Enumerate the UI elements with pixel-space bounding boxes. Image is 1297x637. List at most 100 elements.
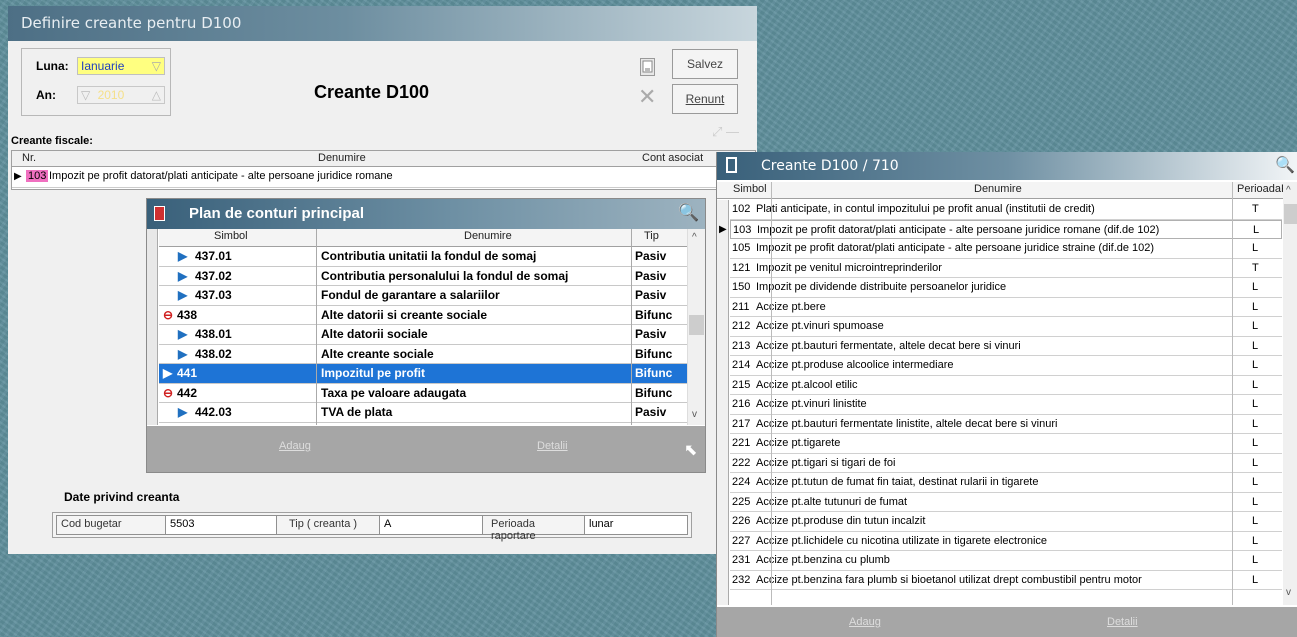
add-button[interactable]: Adaug [279, 440, 311, 452]
cell-simbol: 103 [733, 223, 752, 236]
table-row[interactable]: 222 Accize pt.tigari si tigari de foi L [730, 454, 1282, 473]
row-selector-column [147, 229, 158, 425]
luna-select[interactable]: Ianuarie ▽ [77, 57, 165, 75]
table-row[interactable]: 213 Accize pt.bauturi fermentate, altele … [730, 337, 1282, 356]
column-divider [631, 229, 632, 425]
an-spinner[interactable]: ▽ 2010 △ [77, 86, 165, 104]
cell-simbol: 222 [732, 456, 751, 469]
cell-simbol: 437.01 [195, 249, 232, 263]
table-row[interactable]: 212 Accize pt.vinuri spumoase L [730, 317, 1282, 337]
cell-simbol: 442.03 [195, 405, 232, 419]
cell-denumire: Accize pt.vinuri spumoase [756, 320, 884, 332]
cell-denumire: Contributia personalului la fondul de so… [321, 268, 569, 283]
cell-perioada: T [1252, 261, 1259, 274]
collapse-icon[interactable]: ⊖ [163, 386, 173, 400]
chevron-up-icon[interactable]: ^ [692, 232, 697, 243]
details-button[interactable]: Detalii [537, 440, 568, 452]
table-row[interactable]: 232 Accize pt.benzina fara plumb si bioet… [730, 571, 1282, 590]
table-row[interactable]: 226 Accize pt.produse din tutun incalzit L [730, 512, 1282, 532]
table-row-selected[interactable]: 103 Impozit pe profit datorat/plati antic… [730, 219, 1282, 239]
add-button[interactable]: Adaug [849, 616, 881, 628]
collapse-icon[interactable]: ⊖ [163, 308, 173, 322]
table-row[interactable]: 231 Accize pt.benzina cu plumb L [730, 551, 1282, 571]
scrollbar-thumb[interactable] [689, 315, 704, 335]
table-row[interactable]: ▶ 103 Impozit pe profit datorat/plati an… [12, 168, 755, 188]
cell-perioada: L [1252, 300, 1259, 313]
cell-simbol: 213 [732, 339, 751, 352]
date-creanta-box: Cod bugetar 5503 Tip ( creanta ) A Perio… [52, 512, 692, 542]
cell-perioada: L [1252, 378, 1259, 391]
scrollbar-thumb[interactable] [1284, 204, 1297, 224]
table-row[interactable]: ▶ 437.01 Contributia unitatii la fondul de… [159, 247, 687, 267]
cell-denumire: Impozit pe profit datorat/plati anticipa… [756, 242, 1155, 254]
cell-simbol: 215 [732, 378, 751, 391]
cell-perioada: L [1252, 515, 1259, 527]
cancel-button[interactable]: Renunt [672, 84, 738, 114]
plan-footer: Adaug Detalii ⬉ [147, 426, 705, 472]
cell-denumire: TVA de plata [321, 405, 393, 419]
table-row[interactable]: ▶ 437.02 Contributia personalului la fondu… [159, 267, 687, 286]
search-icon[interactable]: 🔍 [1275, 155, 1295, 175]
scrollbar[interactable]: ^ v [687, 229, 705, 425]
row-pointer-icon: ▶ [719, 224, 727, 235]
tip-field[interactable]: A [379, 515, 483, 535]
plan-title: Plan de conturi principal [189, 205, 365, 222]
table-row[interactable]: 227 Accize pt.lichidele cu nicotina utili… [730, 532, 1282, 551]
table-row[interactable]: 105 Impozit pe profit datorat/plati antic… [730, 239, 1282, 259]
an-value: 2010 [97, 88, 125, 102]
cell-perioada: L [1252, 339, 1259, 352]
save-button[interactable]: Salvez [672, 49, 738, 79]
table-row[interactable]: 211 Accize pt.bere L [730, 298, 1282, 317]
table-row[interactable]: 214 Accize pt.produse alcoolice intermedi… [730, 356, 1282, 376]
arrow-icon: ▶ [178, 346, 188, 361]
table-row[interactable]: ▶ 438.02 Alte creante sociale Bifunc [159, 345, 687, 364]
cell-denumire: Impozit pe dividende distribuite persoan… [756, 281, 1007, 293]
col-denumire: Denumire [318, 152, 366, 164]
scrollbar[interactable]: ^ v [1283, 182, 1297, 605]
table-row[interactable]: 217 Accize pt.bauturi fermentate linistit… [730, 415, 1282, 434]
table-row[interactable]: 216 Accize pt.vinuri linistite L [730, 395, 1282, 415]
chevron-up-icon[interactable]: ^ [1286, 185, 1291, 196]
perioada-field[interactable]: lunar [584, 515, 688, 535]
arrow-icon: ▶ [163, 366, 173, 380]
cell-denumire: Contributia unitatii la fondul de somaj [321, 249, 537, 263]
table-row[interactable]: ⊖ 442 Taxa pe valoare adaugata Bifunc [159, 384, 687, 403]
cell-tip: Bifunc [635, 366, 673, 380]
table-row-selected[interactable]: ▶ 441 Impozitul pe profit Bifunc [159, 364, 687, 384]
resize-icon[interactable]: ⤢ — [712, 124, 739, 140]
table-row[interactable]: ▶ 438.01 Alte datorii sociale Pasiv [159, 325, 687, 345]
details-button[interactable]: Detalii [1107, 616, 1138, 628]
cell-simbol: 442 [177, 385, 198, 400]
cell-tip: Pasiv [635, 288, 667, 302]
search-icon[interactable]: 🔍 [678, 203, 699, 223]
column-divider [316, 229, 317, 425]
table-row[interactable]: 121 Impozit pe venitul microintreprinderi… [730, 259, 1282, 278]
cell-perioada: L [1252, 476, 1259, 488]
table-row[interactable]: 225 Accize pt.alte tutunuri de fumat L [730, 493, 1282, 512]
cell-simbol: 441 [177, 366, 198, 380]
table-row[interactable]: 221 Accize pt.tigarete L [730, 434, 1282, 454]
cell-simbol: 102 [732, 203, 751, 215]
cod-bugetar-label: Cod bugetar [56, 515, 166, 535]
table-row[interactable]: 224 Accize pt.tutun de fumat fin taiat, d… [730, 473, 1282, 493]
table-row[interactable]: ⊖ 438 Alte datorii si creante sociale Bifun… [159, 306, 687, 325]
chevron-down-icon[interactable]: v [1286, 587, 1291, 598]
grid-header: Nr. Denumire Cont asociat [12, 151, 755, 167]
cell-denumire: Accize pt.bere [756, 300, 826, 313]
cell-denumire: Taxa pe valoare adaugata [321, 385, 467, 400]
luna-label: Luna: [36, 59, 69, 73]
arrow-icon: ▶ [178, 249, 188, 263]
cell-simbol: 212 [732, 320, 751, 332]
cell-perioada: L [1252, 495, 1259, 508]
table-row[interactable]: 215 Accize pt.alcool etilic L [730, 376, 1282, 395]
table-row[interactable]: 102 Plati anticipate, in contul impozitul… [730, 200, 1282, 220]
cell-simbol: 438 [177, 307, 198, 322]
cod-bugetar-field[interactable]: 5503 [165, 515, 277, 535]
cell-perioada: L [1252, 554, 1259, 566]
table-row[interactable]: 150 Impozit pe dividende distribuite pers… [730, 278, 1282, 298]
date-creanta-title: Date privind creanta [64, 490, 180, 504]
table-row[interactable]: ▶ 437.03 Fondul de garantare a salariilor P… [159, 286, 687, 306]
chevron-down-icon[interactable]: v [692, 409, 697, 420]
table-row[interactable]: ▶ 442.03 TVA de plata Pasiv [159, 403, 687, 423]
cell-denumire: Accize pt.bauturi fermentate linistite, … [756, 417, 1058, 430]
